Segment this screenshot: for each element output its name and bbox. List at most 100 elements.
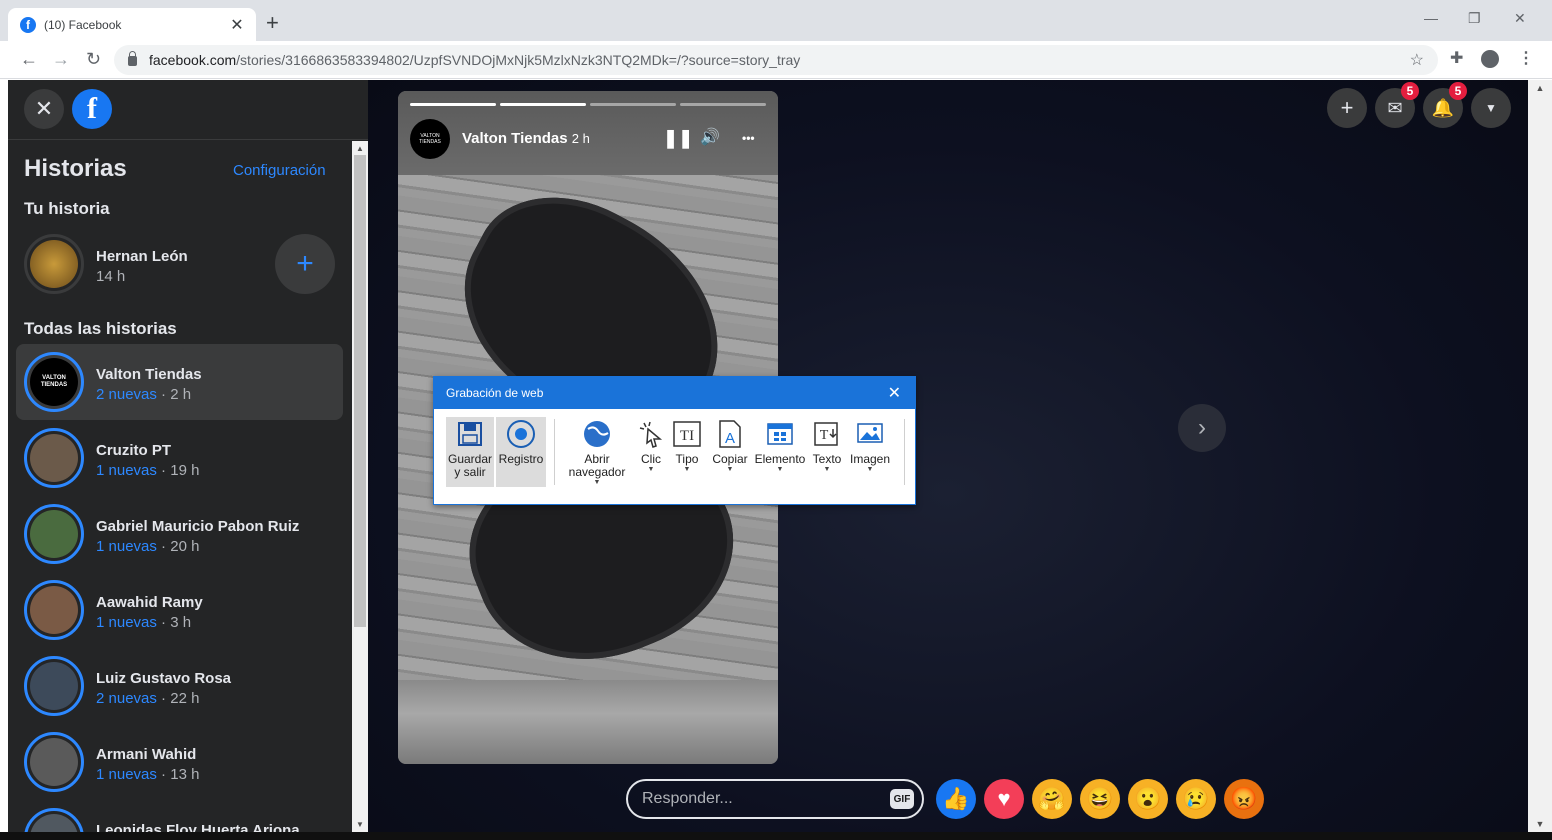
recorder-tool-record[interactable]: Registro bbox=[496, 417, 546, 487]
dialog-close-icon[interactable]: ✕ bbox=[888, 383, 901, 403]
story-name: Cruzito PT bbox=[96, 442, 171, 459]
story-meta: 2 nuevas · 22 h bbox=[96, 690, 200, 707]
avatar bbox=[24, 580, 84, 640]
page-scroll-down-icon[interactable]: ▼ bbox=[1528, 819, 1552, 829]
back-arrow-icon[interactable]: ← bbox=[20, 50, 38, 68]
tool-label: Tipo bbox=[675, 452, 699, 466]
image-icon bbox=[855, 417, 885, 451]
messenger-badge: 5 bbox=[1401, 82, 1419, 100]
story-list-item[interactable]: Gabriel Mauricio Pabon Ruiz 1 nuevas · 20… bbox=[16, 496, 343, 572]
progress-segment bbox=[410, 103, 496, 106]
close-stories-button[interactable]: ✕ bbox=[24, 89, 64, 129]
create-button[interactable]: + bbox=[1327, 88, 1367, 128]
all-stories-heading: Todas las historias bbox=[24, 319, 177, 338]
messenger-button[interactable]: ✉ 5 bbox=[1375, 82, 1419, 128]
tool-label: Texto bbox=[812, 452, 842, 466]
story-list-item[interactable]: VALTON TIENDAS Valton Tiendas 2 nuevas · 2… bbox=[16, 344, 343, 420]
story-list-item[interactable]: Leonidas Floy Huerta Ariona bbox=[16, 800, 343, 832]
chevron-down-icon: ▼ bbox=[776, 466, 784, 473]
scroll-down-arrow-icon[interactable]: ▼ bbox=[352, 820, 368, 829]
url-text: facebook.com/stories/3166863583394802/Uz… bbox=[149, 52, 801, 68]
haha-reaction-icon[interactable]: 😆 bbox=[1080, 779, 1120, 819]
sad-reaction-icon[interactable]: 😢 bbox=[1176, 779, 1216, 819]
url-input[interactable]: facebook.com/stories/3166863583394802/Uz… bbox=[114, 45, 1438, 75]
facebook-logo-icon[interactable]: f bbox=[72, 89, 112, 129]
tool-label: Elemento bbox=[754, 452, 806, 466]
story-name: Luiz Gustavo Rosa bbox=[96, 670, 232, 687]
page-scroll-up-icon[interactable]: ▲ bbox=[1528, 83, 1552, 93]
avatar bbox=[24, 808, 84, 832]
story-name: Gabriel Mauricio Pabon Ruiz bbox=[96, 518, 300, 535]
love-reaction-icon[interactable]: ♥ bbox=[984, 779, 1024, 819]
recorder-tool-copy[interactable]: A Copiar ▼ bbox=[710, 417, 750, 487]
notifications-button[interactable]: 🔔 5 bbox=[1423, 82, 1467, 128]
angry-reaction-icon[interactable]: 😡 bbox=[1224, 779, 1264, 819]
bookmark-star-icon[interactable]: ☆ bbox=[1410, 50, 1424, 70]
story-progress bbox=[410, 103, 766, 106]
recorder-tool-image[interactable]: Imagen ▼ bbox=[848, 417, 892, 487]
pause-icon[interactable]: ❚❚ bbox=[663, 128, 693, 148]
svg-text:T: T bbox=[820, 428, 829, 443]
recorder-tool-element[interactable]: Elemento ▼ bbox=[754, 417, 806, 487]
click-icon bbox=[636, 417, 666, 451]
avatar-picture bbox=[30, 510, 78, 558]
next-story-button[interactable]: › bbox=[1178, 404, 1226, 452]
save-icon bbox=[455, 417, 485, 451]
minimize-button[interactable]: — bbox=[1424, 10, 1438, 26]
care-reaction-icon[interactable]: 🤗 bbox=[1032, 779, 1072, 819]
window-close-button[interactable]: ✕ bbox=[1514, 10, 1526, 27]
story-list-item[interactable]: Cruzito PT 1 nuevas · 19 h bbox=[16, 420, 343, 496]
browser-menu-icon[interactable]: ⋮ bbox=[1518, 51, 1534, 67]
copy-icon: A bbox=[715, 417, 745, 451]
your-story-heading: Tu historia bbox=[24, 199, 110, 218]
story-meta: 2 nuevas · 2 h bbox=[96, 386, 192, 403]
scroll-up-arrow-icon[interactable]: ▲ bbox=[352, 144, 368, 153]
stories-sidebar: ✕ f Historias Configuración Tu historia … bbox=[8, 80, 368, 832]
web-recording-dialog: Grabación de web ✕ Guardar y salir Regist… bbox=[433, 376, 916, 505]
dialog-title: Grabación de web bbox=[446, 386, 544, 400]
volume-icon[interactable]: 🔊 bbox=[700, 128, 720, 148]
reload-icon[interactable]: ↻ bbox=[86, 50, 101, 68]
recorder-tool-click[interactable]: Clic ▼ bbox=[636, 417, 666, 487]
profile-avatar-icon[interactable] bbox=[1481, 50, 1499, 68]
progress-segment bbox=[500, 103, 586, 106]
story-avatar[interactable]: VALTON TIENDAS bbox=[410, 119, 450, 159]
svg-text:A: A bbox=[725, 430, 735, 447]
forward-arrow-icon[interactable]: → bbox=[52, 50, 70, 68]
avatar bbox=[24, 234, 84, 294]
recorder-tool-type[interactable]: TI Tipo ▼ bbox=[670, 417, 704, 487]
page-scrollbar[interactable]: ▲ ▼ bbox=[1528, 80, 1552, 832]
element-icon bbox=[765, 417, 795, 451]
address-bar: ← → ↻ facebook.com/stories/3166863583394… bbox=[0, 41, 1552, 79]
recorder-tool-text[interactable]: T Texto ▼ bbox=[810, 417, 844, 487]
avatar bbox=[24, 504, 84, 564]
progress-segment bbox=[680, 103, 766, 106]
story-author[interactable]: Valton Tiendas 2 h bbox=[462, 130, 590, 147]
story-list-item[interactable]: Armani Wahid 1 nuevas · 13 h bbox=[16, 724, 343, 800]
settings-link[interactable]: Configuración bbox=[233, 162, 326, 179]
sidebar-scrollbar[interactable]: ▲ ▼ bbox=[352, 141, 368, 832]
tab-close-icon[interactable]: ✕ bbox=[228, 15, 246, 35]
scrollbar-thumb[interactable] bbox=[354, 155, 366, 627]
wow-reaction-icon[interactable]: 😮 bbox=[1128, 779, 1168, 819]
story-list-item[interactable]: Luiz Gustavo Rosa 2 nuevas · 22 h bbox=[16, 648, 343, 724]
story-list-item[interactable]: Aawahid Ramy 1 nuevas · 3 h bbox=[16, 572, 343, 648]
like-reaction-icon[interactable]: 👍 bbox=[936, 779, 976, 819]
more-options-icon[interactable]: ••• bbox=[742, 128, 755, 148]
reply-input[interactable]: Responder... GIF bbox=[626, 779, 924, 819]
maximize-button[interactable]: ❐ bbox=[1468, 10, 1481, 27]
recorder-tool-save[interactable]: Guardar y salir bbox=[446, 417, 494, 487]
recorder-tool-browser[interactable]: Abrir navegador ▼ bbox=[564, 417, 630, 487]
gif-button[interactable]: GIF bbox=[890, 789, 914, 809]
account-menu-button[interactable]: ▼ bbox=[1471, 88, 1511, 128]
sidebar-scroll-area: Historias Configuración Tu historia Hern… bbox=[8, 141, 352, 832]
add-story-button[interactable]: + bbox=[275, 234, 335, 294]
new-tab-button[interactable]: + bbox=[266, 12, 279, 34]
chevron-down-icon: ▼ bbox=[647, 466, 655, 473]
browser-tab[interactable]: f (10) Facebook ✕ bbox=[8, 8, 256, 41]
toolbar-divider bbox=[904, 419, 905, 485]
toolbar-divider bbox=[554, 419, 555, 485]
story-meta: 1 nuevas · 19 h bbox=[96, 462, 200, 479]
text-icon: T bbox=[812, 417, 842, 451]
extensions-puzzle-icon[interactable]: ✚ bbox=[1450, 51, 1463, 67]
